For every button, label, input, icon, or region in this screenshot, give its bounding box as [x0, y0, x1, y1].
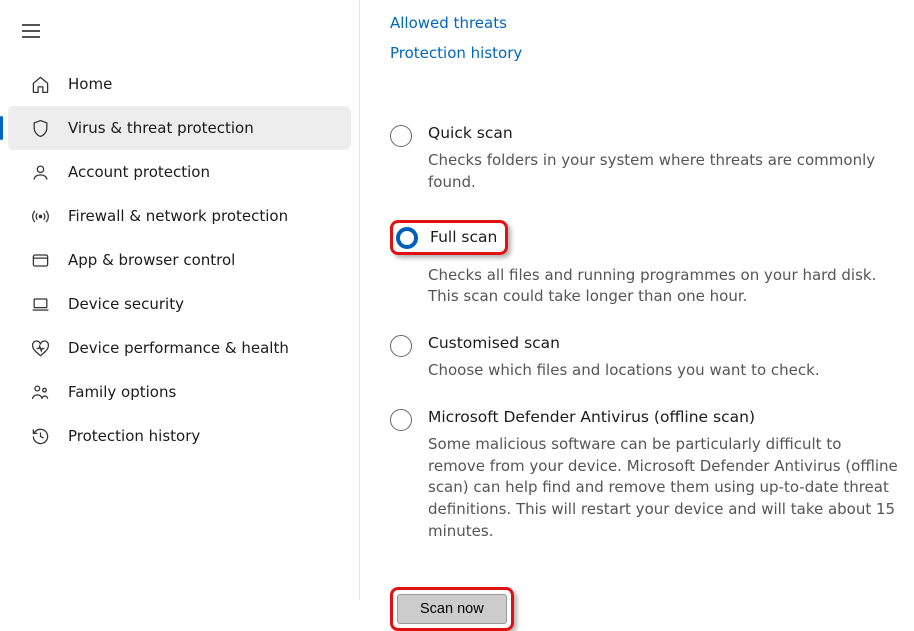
sidebar-item-virus-threat[interactable]: Virus & threat protection	[8, 106, 351, 150]
sidebar-item-label: Home	[68, 75, 112, 93]
sidebar-item-label: Device performance & health	[68, 339, 289, 357]
sidebar-item-label: Virus & threat protection	[68, 119, 254, 137]
scan-option-offline[interactable]: Microsoft Defender Antivirus (offline sc…	[390, 408, 902, 543]
window-icon	[30, 250, 50, 270]
scan-option-title: Quick scan	[428, 124, 902, 142]
highlighted-full-scan[interactable]: Full scan	[390, 220, 508, 255]
scan-option-customised[interactable]: Customised scan Choose which files and l…	[390, 334, 902, 382]
scan-option-title: Microsoft Defender Antivirus (offline sc…	[428, 408, 902, 426]
radio-unchecked-icon[interactable]	[390, 335, 412, 357]
sidebar-item-label: Firewall & network protection	[68, 207, 288, 225]
antenna-icon	[30, 206, 50, 226]
hamburger-icon	[22, 24, 40, 38]
sidebar-item-account[interactable]: Account protection	[8, 150, 351, 194]
scan-option-title: Full scan	[430, 228, 497, 246]
heart-rate-icon	[30, 338, 50, 358]
scan-now-button[interactable]: Scan now	[397, 594, 507, 624]
home-icon	[30, 74, 50, 94]
hamburger-menu-button[interactable]	[0, 20, 62, 58]
sidebar-item-firewall[interactable]: Firewall & network protection	[8, 194, 351, 238]
sidebar-item-home[interactable]: Home	[8, 62, 351, 106]
sidebar-item-label: Protection history	[68, 427, 200, 445]
link-allowed-threats[interactable]: Allowed threats	[390, 14, 507, 32]
radio-checked-icon[interactable]	[396, 227, 418, 249]
scan-option-quick[interactable]: Quick scan Checks folders in your system…	[390, 124, 902, 194]
account-icon	[30, 162, 50, 182]
sidebar: Home Virus & threat protection Account p…	[0, 0, 360, 600]
history-icon	[30, 426, 50, 446]
sidebar-item-family[interactable]: Family options	[8, 370, 351, 414]
radio-unchecked-icon[interactable]	[390, 409, 412, 431]
scan-option-description: Choose which files and locations you wan…	[428, 360, 902, 382]
shield-icon	[30, 118, 50, 138]
laptop-icon	[30, 294, 50, 314]
scan-option-description: Checks all files and running programmes …	[428, 265, 902, 309]
sidebar-item-app-browser[interactable]: App & browser control	[8, 238, 351, 282]
main-content: Allowed threats Protection history Quick…	[360, 0, 914, 600]
sidebar-item-device-performance[interactable]: Device performance & health	[8, 326, 351, 370]
sidebar-item-protection-history[interactable]: Protection history	[8, 414, 351, 458]
scan-option-description: Some malicious software can be particula…	[428, 434, 902, 543]
nav-list: Home Virus & threat protection Account p…	[0, 62, 359, 458]
radio-unchecked-icon[interactable]	[390, 125, 412, 147]
sidebar-item-label: Device security	[68, 295, 184, 313]
family-icon	[30, 382, 50, 402]
scan-option-title: Customised scan	[428, 334, 902, 352]
scan-option-description: Checks folders in your system where thre…	[428, 150, 902, 194]
sidebar-item-label: Family options	[68, 383, 176, 401]
sidebar-item-label: App & browser control	[68, 251, 235, 269]
link-protection-history[interactable]: Protection history	[390, 44, 522, 62]
highlighted-scan-now: Scan now	[390, 587, 514, 631]
sidebar-item-label: Account protection	[68, 163, 210, 181]
scan-options-group: Quick scan Checks folders in your system…	[390, 124, 902, 631]
sidebar-item-device-security[interactable]: Device security	[8, 282, 351, 326]
